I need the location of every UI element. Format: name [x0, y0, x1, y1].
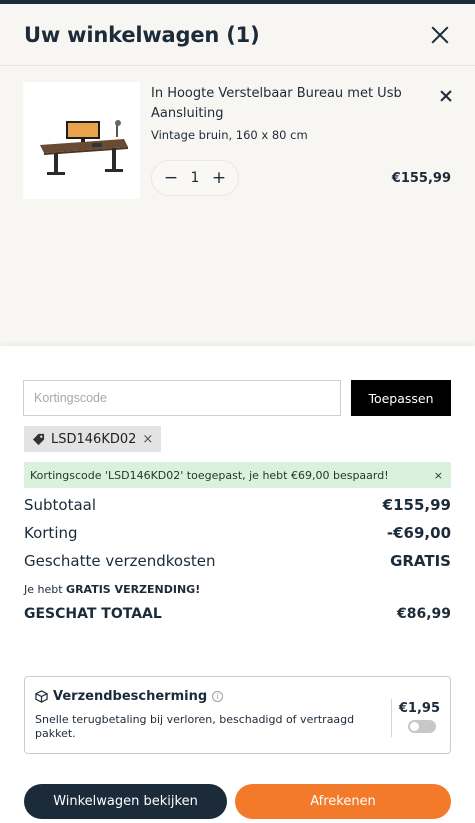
protection-price: €1,95	[398, 701, 440, 716]
increase-quantity-button[interactable]: +	[210, 168, 228, 188]
coupon-success-message: Kortingscode 'LSD146KD02' toegepast, je …	[24, 462, 451, 488]
success-text: Kortingscode 'LSD146KD02' toegepast, je …	[30, 468, 389, 482]
shipping-protection-box: Verzendbescherming i Snelle terugbetalin…	[24, 676, 451, 754]
remove-coupon-icon[interactable]: ×	[142, 432, 153, 447]
coupon-input[interactable]	[23, 380, 341, 416]
tag-icon	[32, 433, 45, 445]
discount-value: -€69,00	[386, 524, 451, 542]
remove-item-icon[interactable]	[439, 89, 453, 103]
protection-divider	[391, 699, 392, 737]
item-price: €155,99	[391, 171, 451, 186]
package-icon	[35, 690, 48, 703]
protection-title: Verzendbescherming	[53, 689, 208, 704]
product-image[interactable]	[23, 82, 140, 199]
cart-item: In Hoogte Verstelbaar Bureau met Usb Aan…	[23, 82, 453, 202]
quantity-stepper: − 1 +	[151, 160, 239, 196]
product-name[interactable]: In Hoogte Verstelbaar Bureau met Usb Aan…	[151, 84, 421, 124]
protection-toggle[interactable]	[408, 720, 436, 733]
free-shipping-note: Je hebt GRATIS VERZENDING!	[24, 583, 200, 596]
subtotal-label: Subtotaal	[24, 496, 97, 514]
subtotal-value: €155,99	[382, 496, 451, 514]
checkout-button[interactable]: Afrekenen	[235, 784, 451, 819]
shipping-label: Geschatte verzendkosten	[24, 552, 216, 570]
total-label: GESCHAT TOTAAL	[24, 606, 162, 622]
decrease-quantity-button[interactable]: −	[162, 168, 180, 188]
free-shipping-bold: GRATIS VERZENDING!	[66, 583, 201, 596]
protection-description: Snelle terugbetaling bij verloren, besch…	[35, 713, 355, 740]
close-icon[interactable]	[429, 24, 451, 46]
total-value: €86,99	[396, 606, 451, 622]
discount-label: Korting	[24, 524, 78, 542]
apply-coupon-button[interactable]: Toepassen	[351, 380, 451, 416]
cart-footer: Toepassen LSD146KD02 × Kortingscode 'LSD…	[0, 346, 475, 823]
discount-row: Korting -€69,00	[24, 524, 451, 542]
dismiss-message-icon[interactable]: ×	[434, 469, 443, 482]
shipping-value: GRATIS	[390, 552, 451, 570]
quantity-value: 1	[190, 170, 200, 186]
subtotal-row: Subtotaal €155,99	[24, 496, 451, 514]
total-row: GESCHAT TOTAAL €86,99	[24, 606, 451, 622]
applied-coupon-tag: LSD146KD02 ×	[24, 426, 162, 452]
view-cart-button[interactable]: Winkelwagen bekijken	[24, 784, 227, 819]
applied-coupon-code: LSD146KD02	[51, 431, 137, 447]
cart-title: Uw winkelwagen (1)	[24, 22, 260, 47]
info-icon[interactable]: i	[212, 691, 224, 702]
protection-title-row: Verzendbescherming i	[35, 689, 224, 704]
coupon-row: Toepassen	[23, 380, 451, 416]
cart-header: Uw winkelwagen (1)	[0, 4, 475, 66]
free-shipping-prefix: Je hebt	[24, 583, 67, 596]
desk-illustration	[39, 119, 128, 175]
product-variant: Vintage bruin, 160 x 80 cm	[151, 128, 308, 142]
shipping-row: Geschatte verzendkosten GRATIS	[24, 552, 451, 570]
